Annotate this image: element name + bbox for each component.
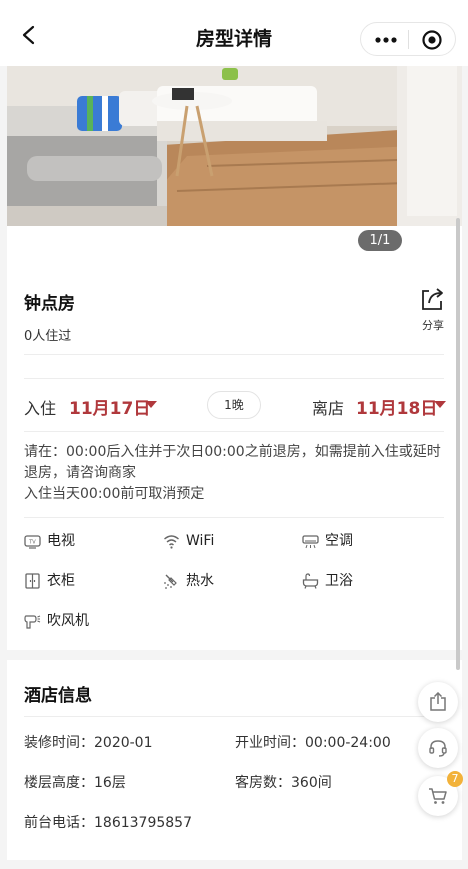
amenity-label: 衣柜 [47,573,75,589]
divider [24,354,444,355]
air-conditioner-icon [302,533,319,549]
room-photo[interactable] [7,66,462,226]
close-mini-program-icon[interactable] [421,29,443,51]
mini-program-capsule [360,22,456,56]
divider [24,431,444,432]
hotel-info-title: 酒店信息 [24,686,92,706]
checkin-label: 入住 [24,399,57,418]
room-detail-card [7,226,462,650]
section-gap [7,650,462,660]
divider [24,378,444,379]
customer-service-button[interactable] [418,728,458,768]
opening-hours: 开业时间：00:00-24:00 [235,735,391,751]
front-desk-phone[interactable]: 前台电话：18613795857 [24,812,192,832]
amenity-label: 电视 [47,533,75,549]
divider [24,517,444,518]
share-icon [430,692,446,711]
cart-count-badge: 7 [447,771,463,787]
policy-line: 请在：00:00后入住并于次日00:00之前退房，如需提前入住或延时退房，请咨询… [24,444,441,481]
floating-share-button[interactable] [418,682,458,722]
room-count: 客房数：360间 [235,775,332,791]
divider [24,716,444,717]
scrollbar[interactable] [456,218,460,670]
wardrobe-icon [24,573,41,589]
more-icon[interactable] [375,32,397,46]
photo-counter: 1/1 [358,230,402,251]
top-bar: 房型详情 [0,0,468,66]
amenity-label: 吹风机 [47,613,89,629]
bathtub-icon [302,573,319,589]
amenity-label: 卫浴 [325,573,353,589]
checkout-date[interactable]: 11月18日 [356,394,437,419]
amenity-label: 空调 [325,533,353,549]
checkout-dropdown-icon[interactable] [434,401,446,408]
hair-dryer-icon [24,613,41,629]
shower-icon [163,573,180,589]
stay-count: 0人住过 [24,329,72,344]
share-icon [422,288,443,310]
amenity-label: 热水 [186,573,214,589]
floor-height: 楼层高度：16层 [24,775,126,791]
checkout-label: 离店 [312,399,345,418]
capsule-divider [408,30,409,49]
share-label: 分享 [422,319,444,332]
policy-line: 入住当天00:00前可取消预定 [24,486,205,502]
room-name: 钟点房 [24,294,75,314]
wifi-icon [163,533,180,549]
renovation-time: 装修时间：2020-01 [24,735,153,751]
checkin-date[interactable]: 11月17日 [69,394,150,419]
amenity-label: WiFi [186,533,215,549]
tv-icon: TV [24,533,41,549]
stay-policy: 请在：00:00后入住并于次日00:00之前退房，如需提前入住或延时退房，请咨询… [24,442,444,505]
checkin-dropdown-icon[interactable] [145,401,157,408]
cart-icon [429,788,447,804]
nights-badge: 1晚 [207,391,261,419]
share-button[interactable]: 分享 [418,287,448,333]
svg-text:TV: TV [28,540,36,546]
headset-icon [429,740,447,757]
